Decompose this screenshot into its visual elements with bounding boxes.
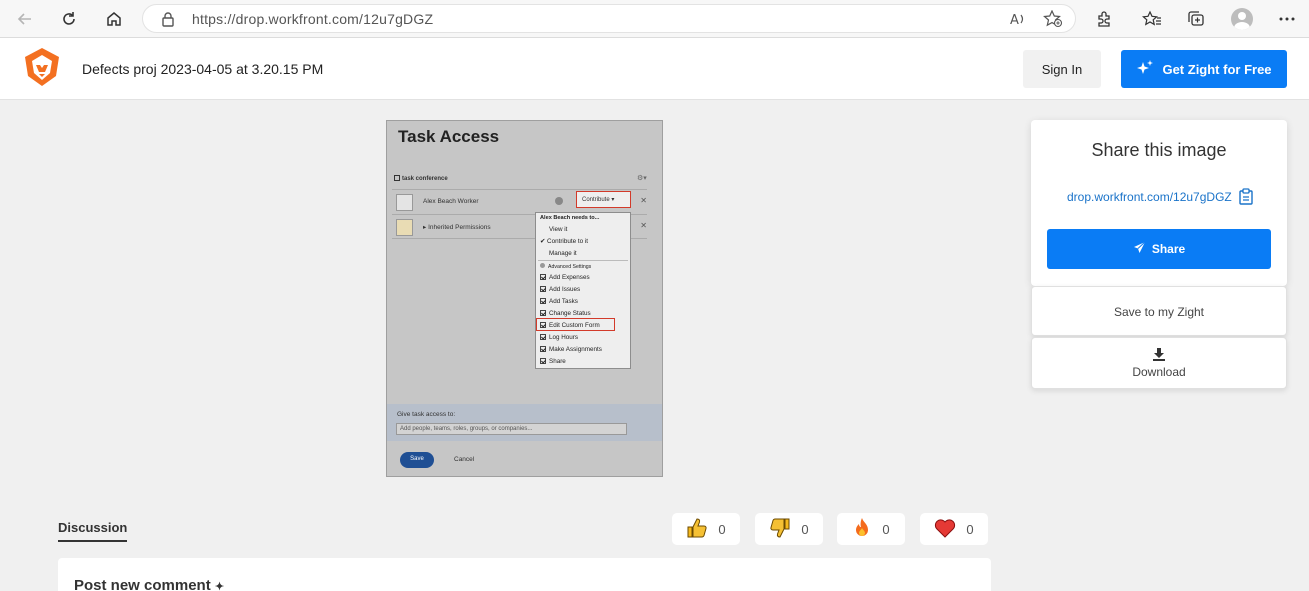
- download-icon: [1032, 347, 1286, 364]
- extensions-icon[interactable]: [1091, 6, 1117, 32]
- site-header: Defects proj 2023-04-05 at 3.20.15 PM Si…: [0, 38, 1309, 100]
- paper-plane-icon: [1133, 241, 1146, 257]
- collections-icon[interactable]: [1183, 6, 1209, 32]
- heart-reaction-button[interactable]: 0: [920, 513, 988, 545]
- menu-header: Alex Beach needs to...: [540, 215, 600, 221]
- share-panel: Share this image drop.workfront.com/12u7…: [1031, 120, 1287, 286]
- highlight-box: [536, 318, 615, 331]
- menu-checkbox-item: Make Assignments: [540, 346, 602, 353]
- download-button[interactable]: Download: [1031, 337, 1287, 389]
- sparkle-icon: ✦: [214, 581, 225, 591]
- info-icon: [555, 197, 563, 205]
- row-name: ▸ Inherited Permissions: [423, 224, 491, 231]
- menu-checkbox-item: Add Issues: [540, 286, 580, 293]
- document-title: Defects proj 2023-04-05 at 3.20.15 PM: [82, 61, 324, 77]
- url-text[interactable]: https://drop.workfront.com/12u7gDGZ: [192, 11, 433, 27]
- screenshot-title: Task Access: [398, 127, 500, 146]
- favorite-add-icon[interactable]: [1043, 9, 1063, 33]
- menu-checkbox-item: Share: [540, 358, 566, 365]
- read-aloud-icon[interactable]: A: [1009, 10, 1027, 33]
- lock-icon[interactable]: [161, 11, 175, 32]
- give-access-section: Give task access to: Add people, teams, …: [387, 404, 662, 441]
- share-label: Share: [1151, 242, 1186, 256]
- screenshot-cancel-link: Cancel: [454, 456, 475, 463]
- address-bar[interactable]: https://drop.workfront.com/12u7gDGZ A: [142, 4, 1076, 33]
- save-to-zight-label: Save to my Zight: [1113, 305, 1205, 319]
- give-access-input: Add people, teams, roles, groups, or com…: [396, 423, 627, 435]
- thumbs-down-reaction-button[interactable]: 0: [755, 513, 823, 545]
- reload-icon[interactable]: [56, 6, 82, 32]
- more-menu-icon[interactable]: [1274, 6, 1300, 32]
- share-panel-title: Share this image: [1091, 140, 1227, 160]
- remove-icon: ✕: [640, 196, 647, 205]
- get-zight-label: Get Zight for Free: [1162, 61, 1272, 77]
- comment-box-title: Post new comment ✦: [74, 577, 225, 591]
- discussion-tab[interactable]: Discussion: [58, 520, 128, 542]
- clipboard-icon[interactable]: [1239, 188, 1253, 210]
- menu-checkbox-item: Add Tasks: [540, 298, 578, 305]
- lion-logo-icon[interactable]: [22, 47, 62, 92]
- thumbs-up-icon: [686, 517, 708, 542]
- inherited-icon: [396, 219, 413, 236]
- task-icon: [394, 175, 400, 181]
- contribute-dropdown: Contribute ▾: [576, 191, 631, 208]
- get-zight-button[interactable]: Get Zight for Free: [1121, 50, 1287, 88]
- thumbs-down-icon: [769, 517, 791, 542]
- row-name: Alex Beach Worker: [423, 198, 479, 205]
- menu-checkbox-item: Add Expenses: [540, 274, 590, 281]
- fire-icon: [852, 517, 872, 542]
- menu-item: View it: [549, 226, 568, 233]
- menu-checkbox-item: Log Hours: [540, 334, 578, 341]
- svg-text:A: A: [1010, 13, 1019, 28]
- settings-gear-icon: ⚙▾: [637, 175, 647, 182]
- back-icon[interactable]: [12, 6, 38, 32]
- comment-box: Post new comment ✦: [58, 558, 991, 591]
- screenshot-image[interactable]: Task Access task conference ⚙▾ Alex Beac…: [386, 120, 663, 477]
- remove-icon: ✕: [640, 221, 647, 230]
- fire-reaction-button[interactable]: 0: [837, 513, 905, 545]
- advanced-settings-label: Advanced Settings: [540, 263, 591, 270]
- heart-icon: [934, 518, 956, 541]
- menu-item: Manage it: [549, 250, 577, 257]
- download-label: Download: [1132, 365, 1186, 379]
- give-access-label: Give task access to:: [397, 411, 456, 418]
- menu-checkbox-item: Change Status: [540, 310, 591, 317]
- menu-item: ✔ Contribute to it: [540, 238, 588, 245]
- save-to-zight-button[interactable]: Save to my Zight: [1031, 286, 1287, 336]
- screenshot-save-button: Save: [400, 452, 434, 468]
- share-button[interactable]: Share: [1047, 229, 1271, 269]
- thumbs-down-count: 0: [801, 521, 809, 537]
- profile-icon[interactable]: [1229, 6, 1255, 32]
- screenshot-subtitle: task conference: [394, 175, 448, 182]
- permissions-menu: Alex Beach needs to... View it ✔ Contrib…: [535, 212, 631, 369]
- home-icon[interactable]: [101, 6, 127, 32]
- browser-toolbar: https://drop.workfront.com/12u7gDGZ A: [0, 0, 1309, 38]
- thumbs-up-count: 0: [718, 521, 726, 537]
- fire-count: 0: [882, 521, 890, 537]
- person-icon: [396, 194, 413, 211]
- share-link[interactable]: drop.workfront.com/12u7gDGZ: [1067, 190, 1232, 204]
- heart-count: 0: [966, 521, 974, 537]
- thumbs-up-reaction-button[interactable]: 0: [672, 513, 740, 545]
- check-icon: ✔: [540, 238, 546, 245]
- sparkle-icon: [1136, 59, 1154, 80]
- favorites-icon[interactable]: [1139, 6, 1165, 32]
- sign-in-button[interactable]: Sign In: [1023, 50, 1101, 88]
